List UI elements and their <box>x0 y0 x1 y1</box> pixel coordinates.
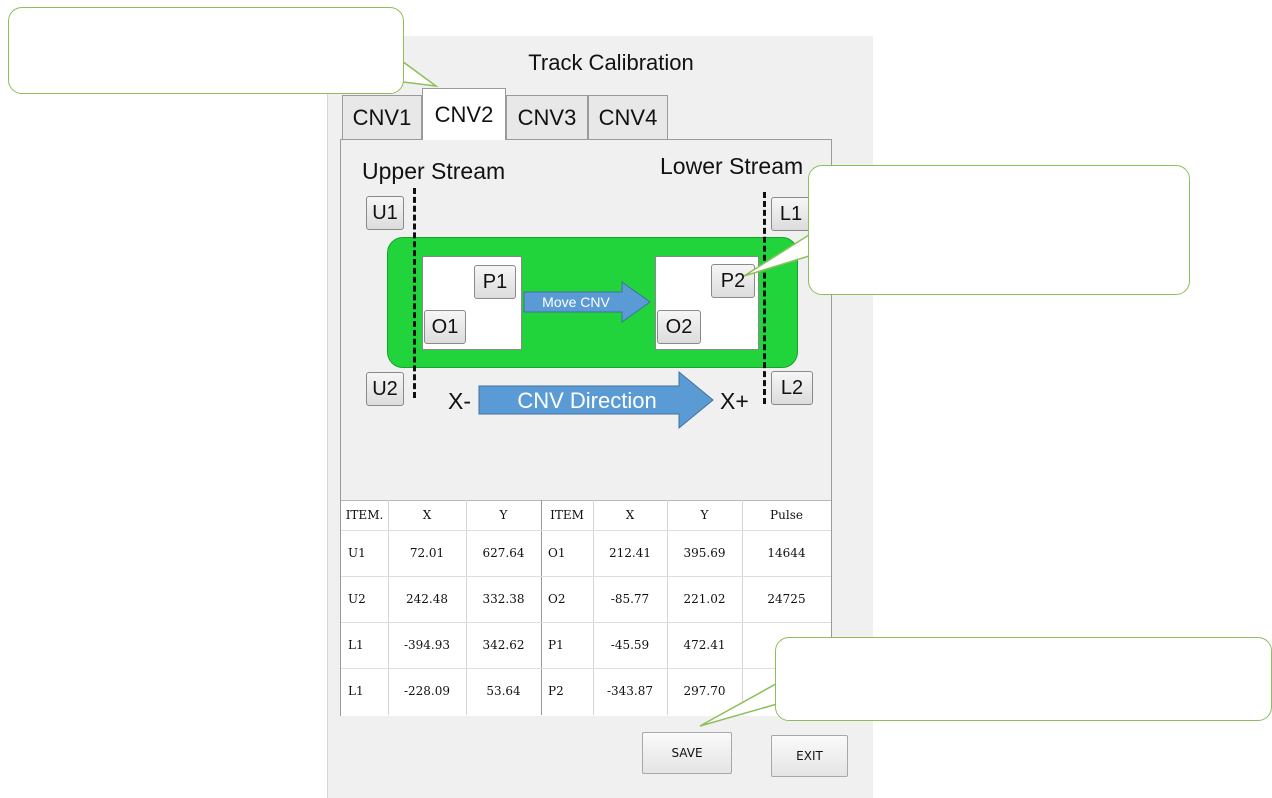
table-cell: 342.62 <box>482 638 525 652</box>
table-cell: 221.02 <box>683 592 726 606</box>
table-cell: 212.41 <box>609 546 651 560</box>
table-cell: O2 <box>548 592 566 606</box>
table-cell: -394.93 <box>403 638 451 652</box>
move-cnv-arrow-icon: Move CNV <box>523 281 651 323</box>
table-header-x: X <box>625 508 635 522</box>
marker-l1: L1 <box>771 197 811 231</box>
x-plus-label: X+ <box>720 388 749 414</box>
move-cnv-label: Move CNV <box>542 294 610 310</box>
table-cell: U1 <box>348 546 366 560</box>
table-header-y: Y <box>700 508 709 522</box>
table-cell: 72.01 <box>409 546 445 560</box>
tab-cnv4[interactable]: CNV4 <box>588 95 668 139</box>
table-cell: 53.64 <box>486 684 521 698</box>
table-cell: 472.41 <box>683 638 726 652</box>
marker-o2: O2 <box>657 310 701 344</box>
table-cell: 24725 <box>767 592 806 606</box>
table-cell: 242.48 <box>406 592 448 606</box>
tab-cnv1[interactable]: CNV1 <box>342 95 422 139</box>
tab-cnv3[interactable]: CNV3 <box>506 95 588 139</box>
upper-stream-label: Upper Stream <box>362 158 506 184</box>
table-cell: O1 <box>548 546 566 560</box>
callout-right <box>808 165 1190 295</box>
marker-u2: U2 <box>366 372 404 406</box>
upstream-boundary-line <box>413 188 416 398</box>
table-header-item: ITEM. <box>345 508 384 522</box>
table-cell: P1 <box>548 638 564 652</box>
table-header-x: X <box>422 508 432 522</box>
table-cell: 332.38 <box>482 592 525 606</box>
callout-bottom-right <box>775 637 1272 721</box>
downstream-boundary-line <box>763 192 766 404</box>
tab-cnv2[interactable]: CNV2 <box>422 88 506 140</box>
cnv-direction-label: CNV Direction <box>517 388 656 413</box>
table-cell: U2 <box>348 592 366 606</box>
table-header-y: Y <box>499 508 508 522</box>
table-cell: L1 <box>348 684 364 698</box>
table-cell: P2 <box>548 684 564 698</box>
marker-l2: L2 <box>771 371 813 405</box>
table-cell: -343.87 <box>606 684 654 698</box>
marker-p1: P1 <box>474 265 516 299</box>
table-cell: 297.70 <box>683 684 726 698</box>
marker-o1: O1 <box>424 310 466 344</box>
cnv-direction-arrow-icon: CNV Direction <box>478 370 714 430</box>
table-cell: 627.64 <box>482 546 525 560</box>
exit-button[interactable]: EXIT <box>771 735 848 777</box>
table-cell: -45.59 <box>610 638 650 652</box>
callout-top-left <box>8 7 404 94</box>
table-cell: -85.77 <box>610 592 650 606</box>
table-cell: 395.69 <box>683 546 726 560</box>
table-cell: 14644 <box>767 546 806 560</box>
x-minus-label: X- <box>448 388 471 414</box>
marker-p2: P2 <box>711 264 755 298</box>
table-cell: -228.09 <box>403 684 451 698</box>
lower-stream-label: Lower Stream <box>660 153 804 179</box>
save-button[interactable]: SAVE <box>642 732 732 774</box>
window-title: Track Calibration <box>528 50 694 75</box>
table-header-item: ITEM <box>550 508 584 522</box>
table-cell: L1 <box>348 638 364 652</box>
marker-u1: U1 <box>366 196 404 230</box>
table-header-pulse: Pulse <box>770 508 803 522</box>
